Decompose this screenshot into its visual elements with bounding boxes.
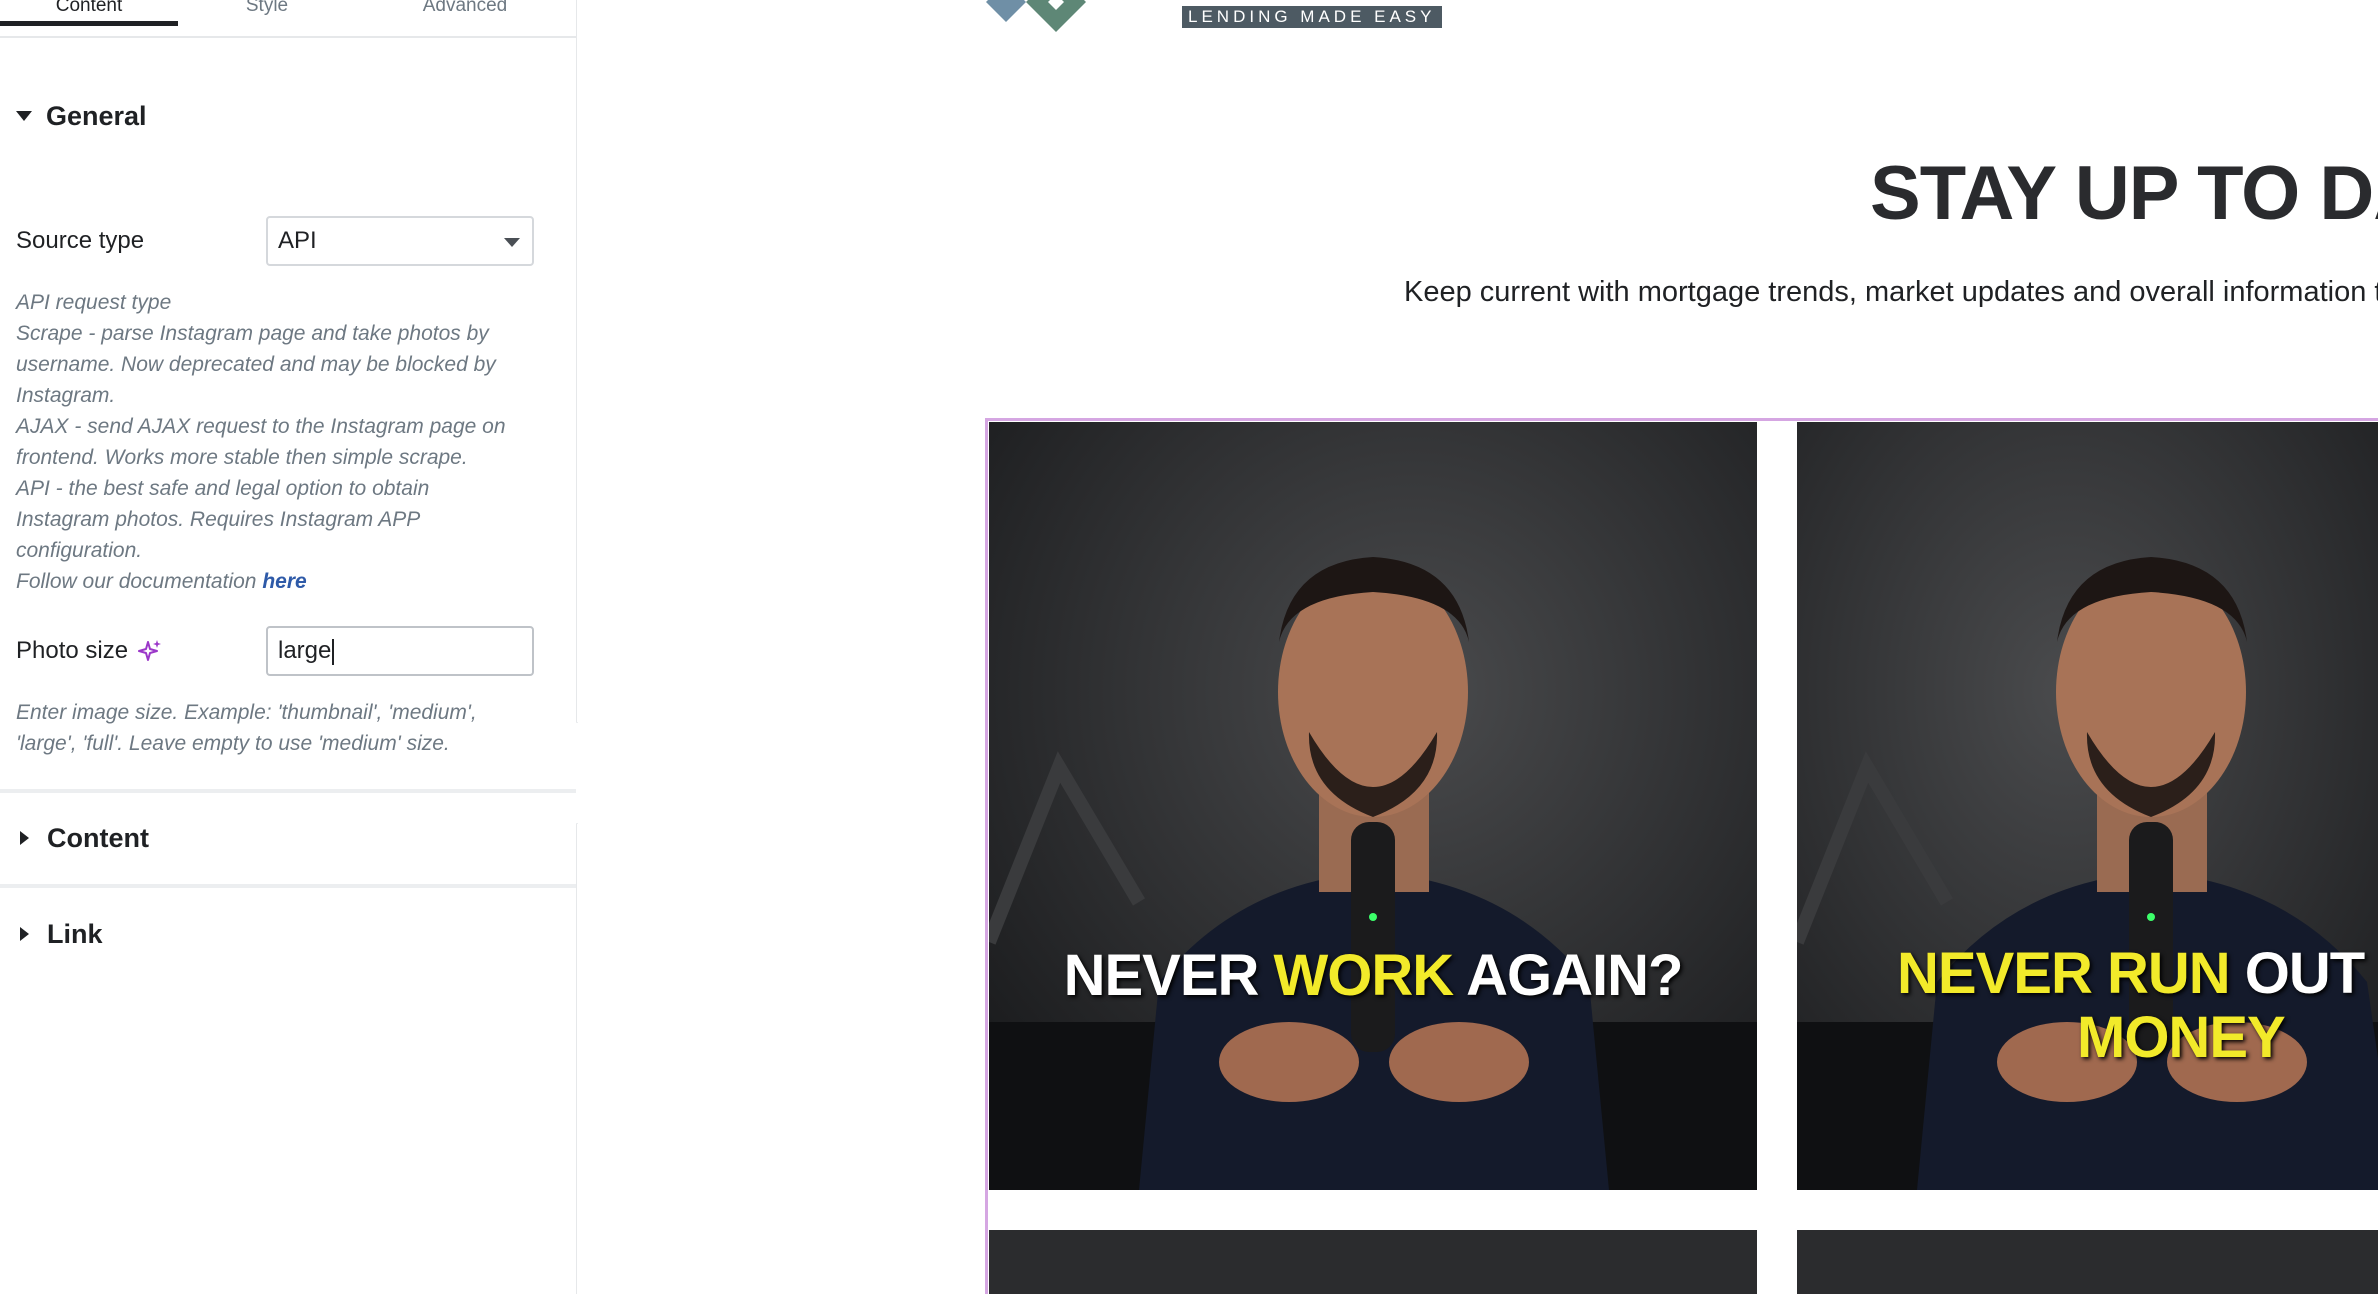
photo-caption: NEVER WORK AGAIN? <box>989 942 1757 1009</box>
documentation-prefix: Follow our documentation <box>16 570 263 593</box>
help-line: Instagram photos. Requires Instagram APP <box>16 508 421 531</box>
help-line: Enter image size. Example: 'thumbnail', … <box>16 701 477 724</box>
caption-word: AGAIN? <box>1453 943 1683 1008</box>
photo-size-label-text: Photo size <box>16 637 129 664</box>
help-line: API - the best safe and legal option to … <box>16 477 430 500</box>
source-type-help: API request type Scrape - parse Instagra… <box>16 287 546 597</box>
help-line: AJAX - send AJAX request to the Instagra… <box>16 415 506 438</box>
page-preview: LENDING MADE EASY STAY UP TO DA Keep cur… <box>578 0 2378 1294</box>
caption-word: NEVER <box>1063 943 1274 1008</box>
photo-caption: NEVER RUN OUT MONEY <box>1897 942 2378 1070</box>
chevron-down-icon <box>504 238 520 247</box>
text-cursor <box>332 638 335 665</box>
help-line: 'large', 'full'. Leave empty to use 'med… <box>16 732 450 755</box>
caret-down-icon <box>16 111 32 121</box>
help-line: API request type <box>16 291 172 314</box>
editor-panel: Content Style Advanced General Source ty… <box>0 0 577 1294</box>
section-general-title: General <box>46 100 147 131</box>
section-divider <box>0 884 576 888</box>
documentation-link[interactable]: here <box>262 570 306 593</box>
caption-word-highlight: MONEY <box>2077 1005 2286 1070</box>
section-link-toggle[interactable]: Link <box>16 914 103 954</box>
source-type-value: API <box>278 227 317 254</box>
sparkle-icon[interactable] <box>138 639 162 663</box>
source-type-label-text: Source type <box>16 227 145 254</box>
photo-size-value: large <box>278 637 332 664</box>
page-title: STAY UP TO DA <box>1870 151 2378 236</box>
tab-style[interactable]: Style <box>178 0 356 24</box>
caret-right-icon <box>20 831 29 845</box>
section-divider <box>0 789 576 793</box>
help-line: Instagram. <box>16 384 116 407</box>
tab-content[interactable]: Content <box>0 0 178 26</box>
source-type-label: Source type <box>16 224 144 258</box>
photo-size-help: Enter image size. Example: 'thumbnail', … <box>16 697 546 759</box>
photo-size-label: Photo size <box>16 634 162 668</box>
section-general-toggle[interactable]: General <box>16 96 147 136</box>
help-line: username. Now deprecated and may be bloc… <box>16 353 496 376</box>
caption-word: OUT <box>2229 941 2365 1006</box>
section-content-toggle[interactable]: Content <box>16 818 149 858</box>
photo-size-input[interactable]: large <box>266 626 534 676</box>
instagram-photo[interactable] <box>989 1230 1757 1294</box>
caret-right-icon <box>20 927 29 941</box>
instagram-photo[interactable]: NEVER WORK AGAIN? <box>989 422 1757 1190</box>
documentation-line: Follow our documentation here <box>16 566 546 597</box>
section-content-title: Content <box>47 822 149 853</box>
instagram-photo[interactable] <box>1797 1230 2378 1294</box>
page-subtitle: Keep current with mortgage trends, marke… <box>1404 276 2378 308</box>
tab-advanced[interactable]: Advanced <box>376 0 554 24</box>
help-line: Scrape - parse Instagram page and take p… <box>16 322 489 345</box>
instagram-photo[interactable]: NEVER RUN OUT MONEY <box>1797 422 2378 1190</box>
panel-tabs: Content Style Advanced <box>0 0 576 38</box>
caption-word-highlight: NEVER RUN <box>1897 941 2231 1006</box>
section-link-title: Link <box>47 918 103 949</box>
logo-tagline: LENDING MADE EASY <box>1182 6 1442 28</box>
source-type-select[interactable]: API <box>266 216 534 266</box>
help-line: configuration. <box>16 539 143 562</box>
company-logo <box>986 0 1126 37</box>
caption-word-highlight: WORK <box>1273 943 1455 1008</box>
help-line: frontend. Works more stable then simple … <box>16 446 468 469</box>
